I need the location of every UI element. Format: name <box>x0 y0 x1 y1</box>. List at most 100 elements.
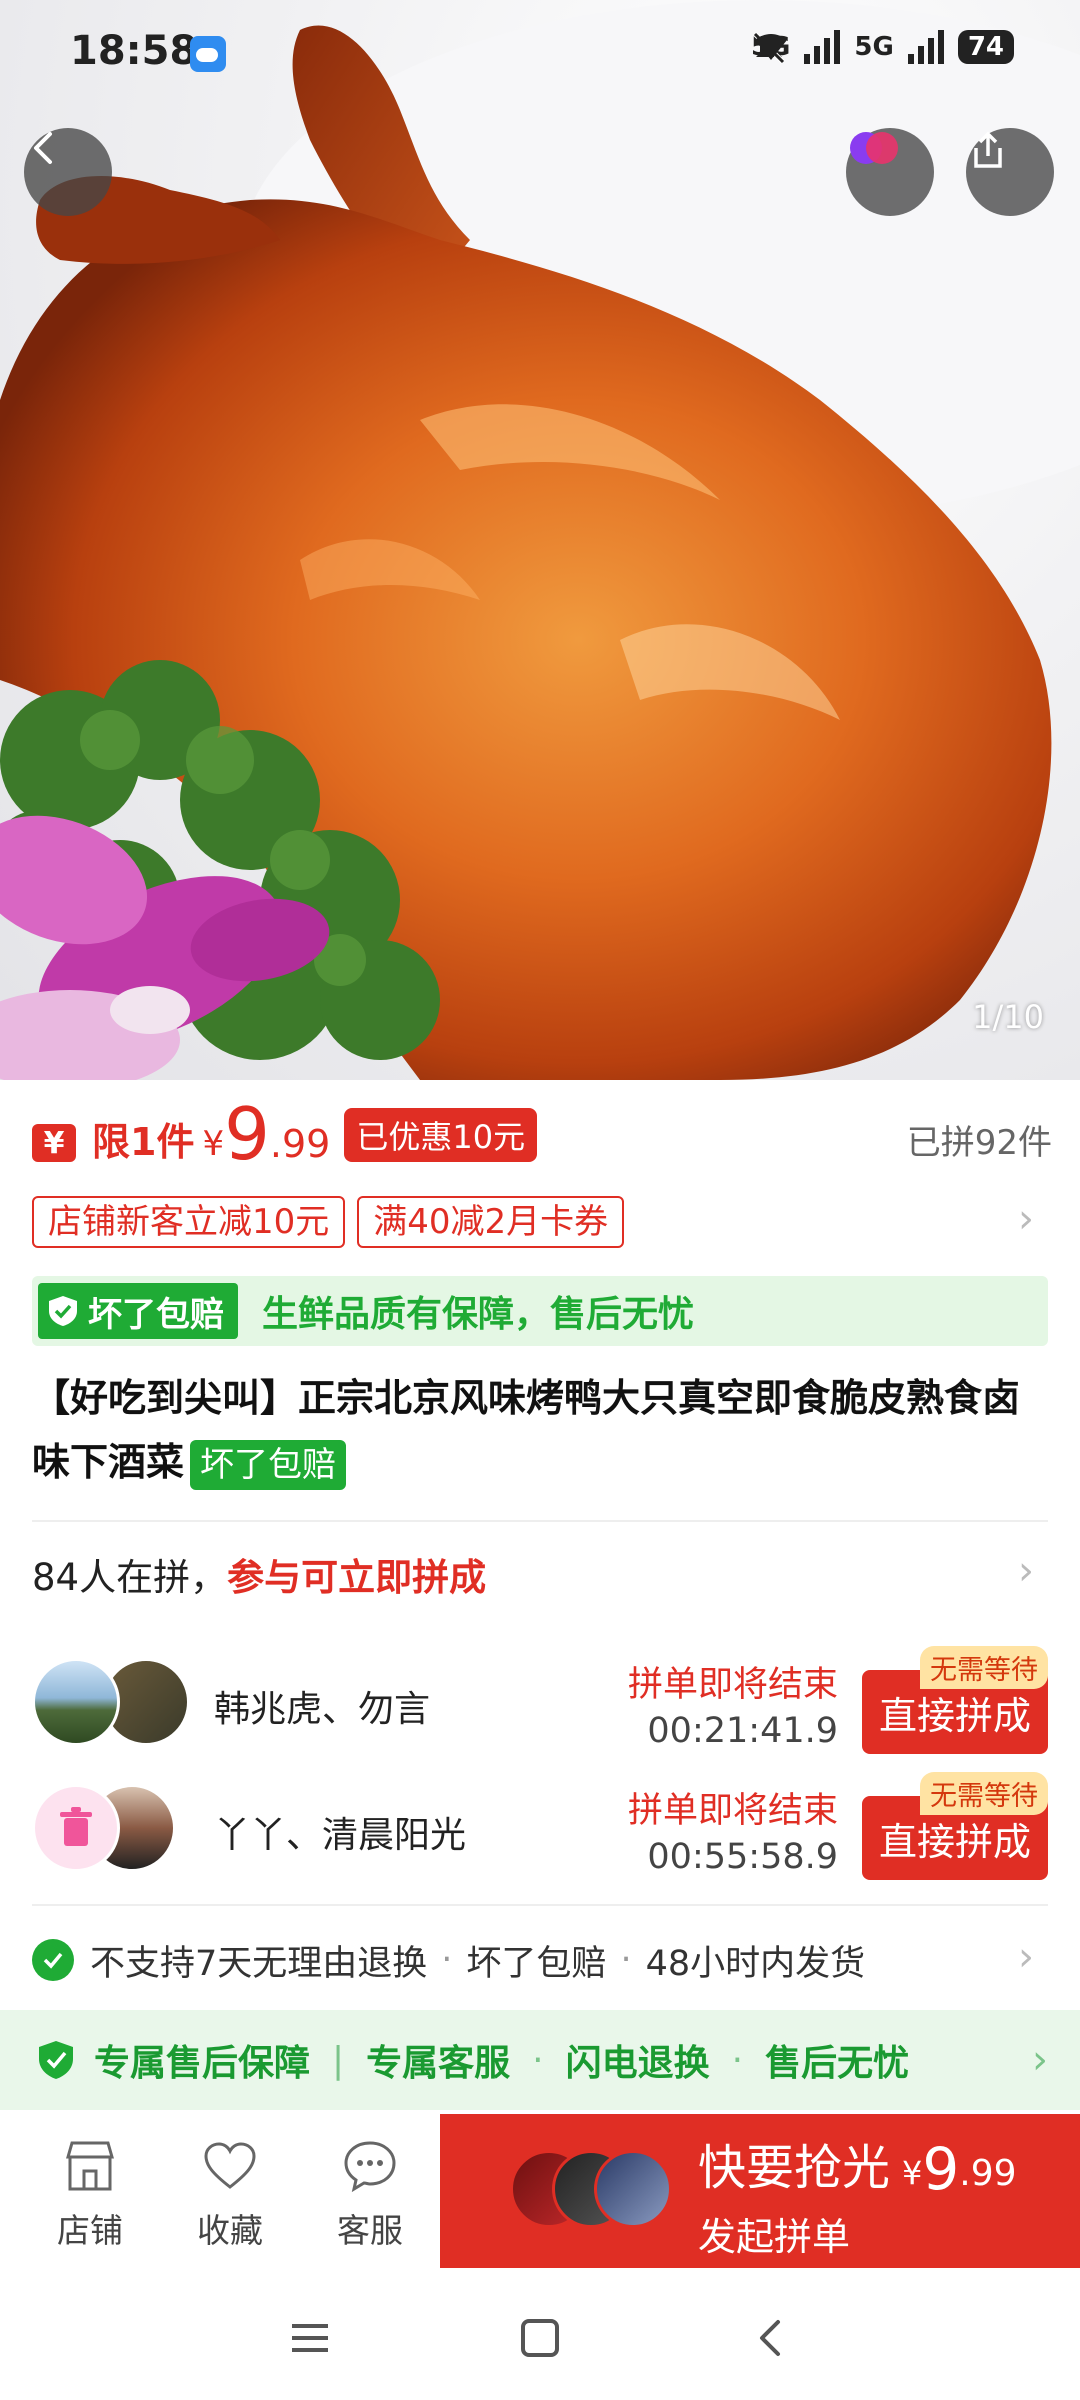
tab-customer-service[interactable]: 客服 <box>310 2136 430 2252</box>
cta-currency: ¥ <box>902 2154 923 2192</box>
coupon-tag[interactable]: 店铺新客立减10元 <box>32 1196 346 1248</box>
price-currency: ¥ <box>202 1124 225 1164</box>
group-ending-info: 拼单即将结束 00:55:58.9 <box>628 1782 838 1877</box>
price-integer: 9 <box>224 1092 270 1176</box>
chevron-right-icon[interactable]: › <box>1018 1934 1034 1980</box>
group-buy-header[interactable]: 84人在拼， 参与可立即拼成 <box>32 1544 1048 1604</box>
gallery-page-indicator: 1/10 <box>972 998 1044 1036</box>
group-count-text: 84人在拼， <box>32 1556 228 1599</box>
chevron-right-icon[interactable]: › <box>1018 1548 1034 1594</box>
guarantee-badge: 坏了包赔 <box>38 1283 238 1339</box>
product-title: 【好吃到尖叫】正宗北京风味烤鸭大只真空即食脆皮熟食卤味下酒菜 坏了包赔 <box>32 1366 1048 1494</box>
product-image-gallery[interactable]: 18:58 5G 5G 74 <box>0 0 1080 1080</box>
group-row: 韩兆虎、勿言 拼单即将结束 00:21:41.9 直接拼成 无需等待 <box>32 1646 1048 1754</box>
menu-icon <box>292 2324 328 2352</box>
group-join-highlight: 参与可立即拼成 <box>227 1556 487 1599</box>
cta-avatars <box>510 2150 672 2234</box>
chevron-left-icon <box>760 2320 780 2356</box>
signal-icon <box>804 30 841 64</box>
guarantee-text: 生鲜品质有保障，售后无忧 <box>262 1294 695 1335</box>
title-guarantee-tag: 坏了包赔 <box>190 1439 347 1490</box>
chevron-left-icon <box>34 132 52 164</box>
trash-icon <box>60 1807 92 1846</box>
after-sale-item: 售后无忧 <box>765 2043 910 2084</box>
bottom-action-bar: 店铺 收藏 客服 快要抢光 ¥ 9 .99 发起拼单 <box>0 2114 1080 2268</box>
coupon-tag[interactable]: 满40减2月卡券 <box>357 1196 625 1248</box>
product-title-text: 【好吃到尖叫】正宗北京风味烤鸭大只真空即食脆皮熟食卤味下酒菜 <box>32 1376 1021 1484</box>
sold-count: 已拼92件 <box>906 1123 1052 1163</box>
group-member-names: 韩兆虎、勿言 <box>214 1689 431 1730</box>
multitask-button[interactable] <box>846 128 934 216</box>
share-button[interactable] <box>966 128 1054 216</box>
separator: · <box>731 2039 744 2081</box>
cta-main-label: 快要抢光 <box>698 2140 891 2196</box>
limit-label: 限1件 <box>92 1120 195 1164</box>
weather-icon <box>190 36 226 72</box>
avatar <box>594 2150 672 2228</box>
heart-icon <box>204 2142 256 2189</box>
avatar <box>32 1658 120 1746</box>
no-wait-tag: 无需等待 <box>920 1772 1048 1815</box>
tab-store-label: 店铺 <box>57 2211 123 2250</box>
tab-favorite[interactable]: 收藏 <box>170 2136 290 2252</box>
guarantee-badge-label: 坏了包赔 <box>88 1294 224 1335</box>
cta-price-integer: 9 <box>922 2135 960 2203</box>
separator: · <box>532 2039 544 2081</box>
countdown-timer: 00:55:58.9 <box>647 1837 838 1877</box>
battery-indicator: 74 <box>957 30 1014 64</box>
group-avatars <box>32 1784 202 1874</box>
tab-customer-service-label: 客服 <box>337 2211 403 2250</box>
start-group-buy-button[interactable]: 快要抢光 ¥ 9 .99 发起拼单 <box>440 2114 1080 2268</box>
tab-favorite-label: 收藏 <box>197 2211 263 2250</box>
price-row: ¥ 限1件 ¥ 9 .99 已优惠10元 已拼92件 <box>32 1092 1052 1176</box>
service-item: 48小时内发货 <box>645 1943 866 1984</box>
tab-store[interactable]: 店铺 <box>30 2136 150 2252</box>
group-ending-info: 拼单即将结束 00:21:41.9 <box>628 1656 838 1751</box>
divider <box>32 1520 1048 1522</box>
no-wait-tag: 无需等待 <box>920 1646 1048 1689</box>
after-sale-item: 专属售后保障 <box>94 2043 311 2084</box>
system-navigation-bar <box>0 2268 1080 2400</box>
service-row[interactable]: 不支持7天无理由退换 · 坏了包赔 · 48小时内发货 <box>32 1930 1048 1990</box>
status-time: 18:58 <box>70 28 198 74</box>
home-button[interactable] <box>510 2308 570 2368</box>
back-button[interactable] <box>24 128 112 216</box>
system-back-button[interactable] <box>740 2308 800 2368</box>
group-avatars <box>32 1658 202 1748</box>
coupon-row[interactable]: 店铺新客立减10元 满40减2月卡券 <box>32 1196 1052 1248</box>
ending-label: 拼单即将结束 <box>627 1791 838 1831</box>
status-bar: 18:58 5G 5G 74 <box>0 0 1080 110</box>
after-sale-banner[interactable]: 专属售后保障 | 专属客服 · 闪电退换 · 售后无忧 › <box>0 2010 1080 2110</box>
group-member-names: 丫丫、清晨阳光 <box>214 1815 467 1856</box>
store-icon <box>66 2141 114 2191</box>
chat-icon <box>344 2141 396 2193</box>
after-sale-item: 专属客服 <box>366 2043 511 2084</box>
yen-coupon-icon: ¥ <box>32 1124 76 1162</box>
network-label-2: 5G <box>854 32 894 62</box>
service-item: 坏了包赔 <box>466 1943 607 1984</box>
shield-check-icon <box>39 2041 73 2079</box>
wifi-icon <box>754 34 787 60</box>
separator: · <box>441 1940 453 1980</box>
cta-price-decimal: .99 <box>959 2153 1017 2194</box>
price-decimal: .99 <box>269 1122 331 1166</box>
overlap-circles-icon <box>850 132 898 164</box>
separator: | <box>332 2039 345 2081</box>
group-row: 丫丫、清晨阳光 拼单即将结束 00:55:58.9 直接拼成 无需等待 <box>32 1772 1048 1880</box>
avatar <box>32 1784 120 1872</box>
divider <box>32 1904 1048 1906</box>
signal-icon-2 <box>907 30 944 64</box>
service-item: 不支持7天无理由退换 <box>90 1943 428 1984</box>
check-circle-icon <box>32 1939 74 1981</box>
menu-button[interactable] <box>280 2308 340 2368</box>
countdown-timer: 00:21:41.9 <box>647 1711 838 1751</box>
chevron-right-icon[interactable]: › <box>1018 1196 1034 1242</box>
cta-main-line: 快要抢光 ¥ 9 .99 <box>698 2128 1017 2198</box>
share-icon <box>974 131 1002 168</box>
separator: · <box>620 1940 632 1980</box>
square-icon <box>521 2319 559 2357</box>
shield-check-icon <box>49 1296 77 1326</box>
cta-sub-label: 发起拼单 <box>698 2215 851 2259</box>
discount-tag: 已优惠10元 <box>344 1108 538 1162</box>
after-sale-item: 闪电退换 <box>565 2043 710 2084</box>
